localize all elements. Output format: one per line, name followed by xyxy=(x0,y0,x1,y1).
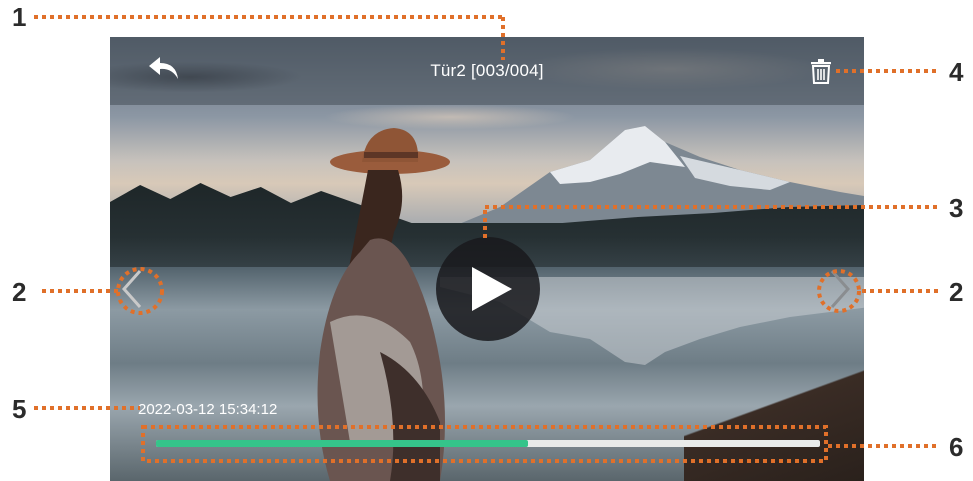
page-title: Tür2 [003/004] xyxy=(430,61,544,80)
play-icon xyxy=(472,267,512,311)
callout-number-2-right: 2 xyxy=(949,277,964,307)
recording-timestamp: 2022-03-12 15:34:12 xyxy=(138,401,278,418)
background-shore xyxy=(684,361,864,481)
chevron-right-icon[interactable] xyxy=(824,269,854,309)
callout-number-4: 4 xyxy=(949,57,964,87)
chevron-left-icon[interactable] xyxy=(118,269,148,309)
progress-fill xyxy=(156,440,528,447)
callout-number-5: 5 xyxy=(12,394,27,424)
callout-number-1: 1 xyxy=(12,2,27,32)
trash-icon[interactable] xyxy=(810,58,832,84)
video-screen: Tür2 [003/004] 2022-03-12 15:34:12 xyxy=(110,37,864,481)
play-button[interactable] xyxy=(436,237,540,341)
callout-number-3: 3 xyxy=(949,193,964,223)
callout-number-2-left: 2 xyxy=(12,277,27,307)
top-bar: Tür2 [003/004] xyxy=(110,37,864,105)
callout-number-6: 6 xyxy=(949,432,964,462)
progress-bar[interactable] xyxy=(156,440,820,447)
